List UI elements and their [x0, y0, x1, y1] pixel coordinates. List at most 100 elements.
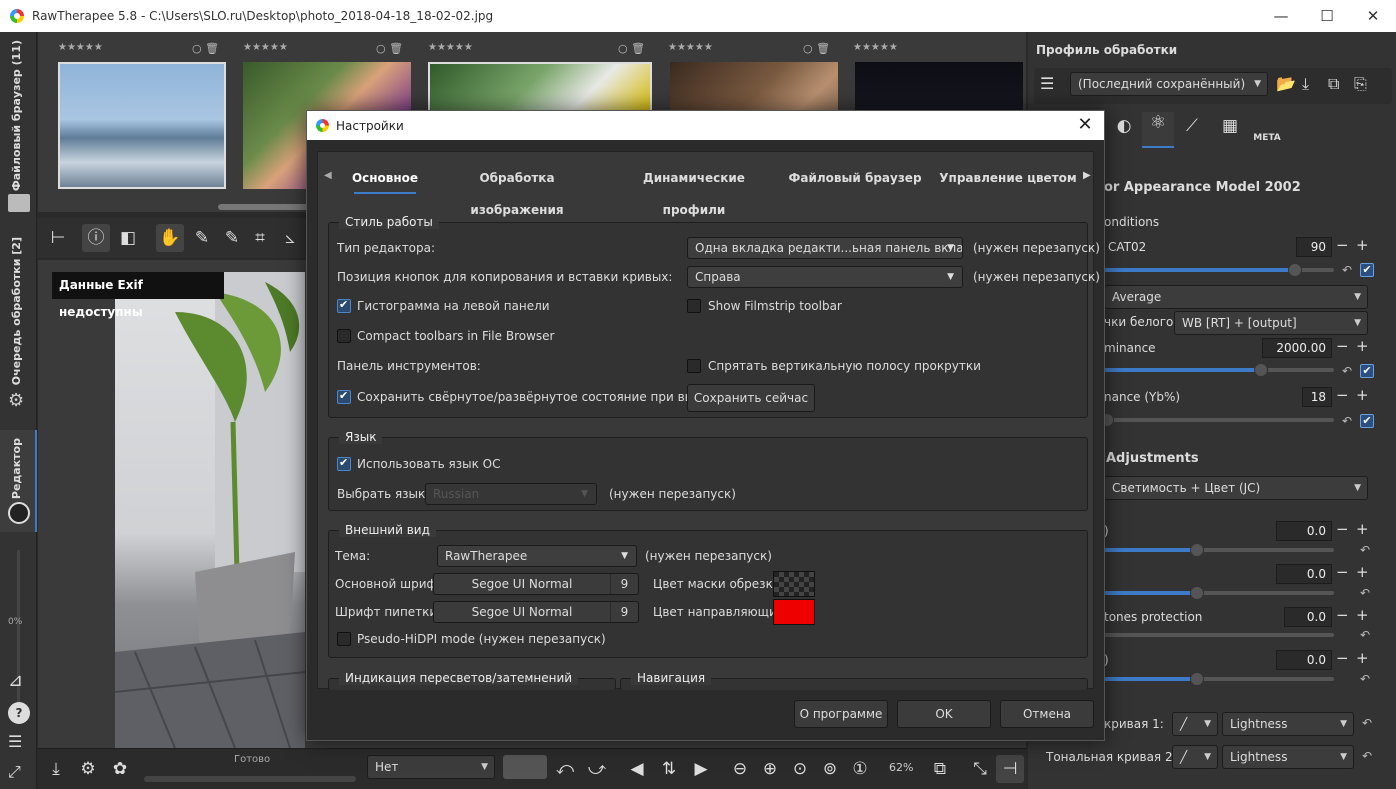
picker-font-button[interactable]: Segoe UI Normal 9 — [433, 601, 639, 623]
ok-button[interactable]: OK — [897, 700, 991, 728]
tab-image-processing[interactable]: Обработка изображения — [438, 162, 596, 217]
save-now-button[interactable]: Сохранить сейчас — [687, 384, 815, 412]
thumb-stars[interactable]: ★★★★★ — [243, 42, 288, 62]
trash-icon[interactable]: ○ 🗑 — [192, 42, 219, 55]
raw-tab-icon[interactable]: ▦ — [1216, 116, 1244, 144]
background-color-button[interactable] — [503, 755, 547, 779]
copy-icon[interactable]: ⧉ — [1328, 74, 1350, 96]
minus-button[interactable]: − — [1336, 649, 1349, 667]
transform-tab-icon[interactable]: ⟋ — [1178, 116, 1206, 144]
auto-checkbox[interactable]: ✔ — [1360, 414, 1374, 428]
new-window-icon[interactable]: ⧉ — [926, 755, 954, 783]
tab-editor[interactable]: Редактор — [0, 430, 37, 532]
zoom-crop-icon[interactable]: ⊚ — [816, 755, 844, 783]
minus-button[interactable]: − — [1336, 563, 1349, 581]
reset-icon[interactable]: ↶ — [1360, 628, 1370, 642]
plus-button[interactable]: + — [1356, 236, 1369, 254]
plus-button[interactable]: + — [1356, 520, 1369, 538]
cat02-slider[interactable] — [1104, 263, 1334, 277]
close-button[interactable]: ✕ — [1350, 0, 1396, 32]
auto-checkbox[interactable]: ✔ — [1360, 263, 1374, 277]
queue-add-icon[interactable]: ⚙ — [74, 755, 102, 783]
curve-buttons-combo[interactable]: Справа ▼ — [687, 266, 963, 288]
zoom-fit-icon[interactable]: ⊙ — [786, 755, 814, 783]
curve1-type-combo[interactable]: ╱ ▼ — [1172, 712, 1218, 736]
reset-icon[interactable]: ↶ — [1360, 586, 1370, 600]
trash-icon[interactable]: ○ 🗑 — [803, 42, 830, 55]
cancel-button[interactable]: Отмена — [1000, 700, 1094, 728]
mode-combo[interactable]: Светимость + Цвет (JC) ▼ — [1104, 476, 1368, 500]
rotate-left-icon[interactable]: ⤺ — [551, 755, 579, 783]
minus-button[interactable]: − — [1336, 236, 1349, 254]
thumb-stars[interactable]: ★★★★★ — [428, 42, 473, 62]
plus-button[interactable]: + — [1356, 606, 1369, 624]
trash-icon[interactable]: ○ 🗑 — [618, 42, 645, 55]
external-editor-icon[interactable]: ✿ — [106, 755, 134, 783]
profile-combo[interactable]: (Последний сохранённый) ▼ — [1070, 72, 1268, 96]
plus-button[interactable]: + — [1356, 386, 1369, 404]
dialog-close-button[interactable]: ✕ — [1074, 114, 1096, 136]
reset-icon[interactable]: ↶ — [1360, 543, 1370, 557]
tab-file-browser[interactable]: Файловый браузер (11) — [0, 40, 37, 191]
cat02-value[interactable]: 90 — [1296, 237, 1332, 257]
average-combo[interactable]: Average ▼ — [1104, 285, 1368, 309]
tab-scroll-right-icon[interactable]: ▶ — [1083, 170, 1091, 181]
hidpi-checkbox[interactable] — [337, 632, 351, 646]
reset-icon[interactable]: ↶ — [1342, 414, 1352, 428]
flip-vertical-icon[interactable]: ⇅ — [655, 755, 683, 783]
minus-button[interactable]: − — [1336, 520, 1349, 538]
minus-button[interactable]: − — [1336, 606, 1349, 624]
add-icon[interactable]: ⊿ — [8, 670, 23, 691]
rotate-right-icon[interactable]: ⤻ — [583, 755, 611, 783]
info-icon[interactable]: ⓘ — [82, 224, 110, 252]
yb-slider[interactable] — [1100, 413, 1334, 427]
yb-value[interactable]: 18 — [1302, 387, 1332, 407]
param1-value[interactable]: 0.0 — [1276, 521, 1332, 541]
meta-tab-icon[interactable]: META — [1252, 116, 1282, 144]
thumb-stars[interactable]: ★★★★★ — [668, 42, 713, 62]
trash-icon[interactable]: ○ 🗑 — [376, 42, 403, 55]
curve1-mode-combo[interactable]: Lightness ▼ — [1222, 712, 1354, 736]
color-tab-icon[interactable]: ◐ — [1110, 116, 1138, 144]
tab-general[interactable]: Основное — [346, 162, 424, 196]
maximize-button[interactable]: ☐ — [1304, 0, 1350, 32]
tones-value[interactable]: 0.0 — [1284, 607, 1332, 627]
minus-button[interactable]: − — [1336, 337, 1349, 355]
straighten-icon[interactable]: ⦣ — [276, 224, 304, 252]
param1-slider[interactable] — [1104, 543, 1334, 557]
minus-button[interactable]: − — [1336, 386, 1349, 404]
reset-icon[interactable]: ↶ — [1362, 749, 1372, 763]
save-profile-icon[interactable]: ⤓ — [1302, 74, 1324, 96]
param4-value[interactable]: 0.0 — [1276, 650, 1332, 670]
zoom-in-icon[interactable]: ⊕ — [756, 755, 784, 783]
list-icon[interactable]: ☰ — [1040, 74, 1066, 98]
save-icon[interactable]: ⤓ — [42, 755, 70, 783]
folder-icon[interactable] — [8, 194, 30, 212]
guides-color-button[interactable] — [773, 599, 815, 625]
zoom-100-icon[interactable]: ① — [846, 755, 874, 783]
select-language-combo[interactable]: Russian ▼ — [425, 483, 597, 505]
collapse-panel-icon[interactable]: ⊢ — [44, 224, 72, 252]
param2-slider[interactable] — [1104, 586, 1334, 600]
help-icon[interactable]: ? — [8, 702, 30, 724]
thumb-stars[interactable]: ★★★★★ — [853, 42, 898, 62]
save-state-checkbox[interactable] — [337, 389, 351, 404]
wb-combo[interactable]: WB [RT] + [output] ▼ — [1174, 311, 1368, 335]
collapse-right-icon[interactable]: ⊣ — [996, 755, 1024, 783]
tones-slider[interactable] — [1104, 633, 1334, 637]
histogram-left-checkbox[interactable] — [337, 298, 351, 313]
param4-slider[interactable] — [1104, 672, 1334, 686]
auto-checkbox[interactable]: ✔ — [1360, 364, 1374, 378]
tab-queue[interactable]: Очередь обработки [2] — [0, 237, 37, 387]
luminance-value[interactable]: 2000.00 — [1262, 338, 1332, 358]
theme-combo[interactable]: RawTherapee ▼ — [437, 545, 637, 567]
crop-icon[interactable]: ⌗ — [246, 224, 274, 252]
reset-icon[interactable]: ↶ — [1362, 716, 1372, 730]
crop-mask-color-button[interactable] — [773, 571, 815, 597]
tab-scroll-left-icon[interactable]: ◀ — [324, 170, 332, 181]
fullscreen-icon[interactable]: ⤢ — [8, 762, 30, 784]
filmstrip-toolbar-checkbox[interactable] — [687, 299, 701, 313]
use-os-language-checkbox[interactable] — [337, 456, 351, 471]
thumbnail-beach[interactable] — [58, 62, 226, 189]
hand-icon[interactable]: ✋ — [156, 224, 184, 252]
